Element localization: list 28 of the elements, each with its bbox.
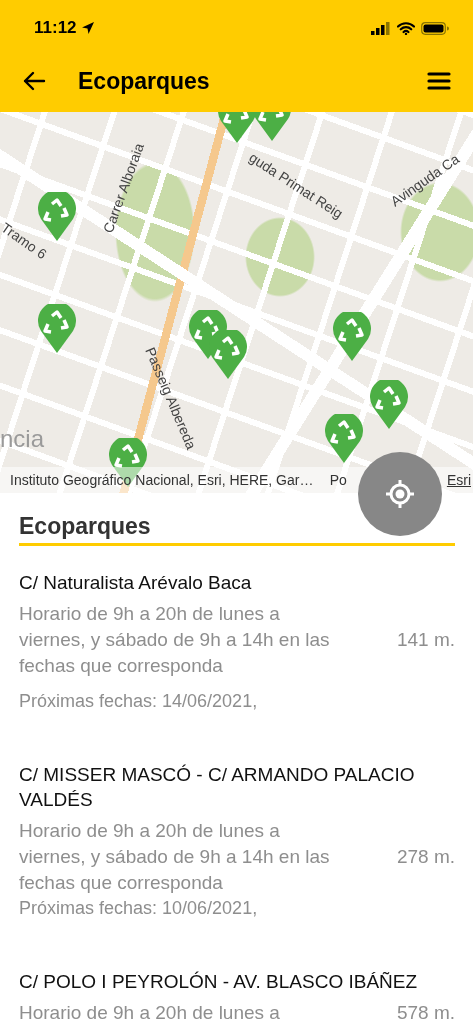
schedule-text: Horario de 9h a 20h de lunes a viernes, y sábado de 9h a 14h en las fechas que corresponda — [19, 819, 331, 895]
crosshair-icon — [385, 479, 415, 509]
signal-icon — [371, 21, 391, 35]
distance-text: 278 m. — [396, 846, 455, 868]
ecopark-list-item[interactable]: C/ Naturalista Arévalo Baca Horario de 9h a 20h de lunes a viernes, y sábado de 9h a 14h en las fechas que corresponda 141 m. Próximas fechas: 14/06/2021, — [19, 546, 455, 730]
battery-icon — [421, 21, 449, 35]
distance-text: 141 m. — [396, 629, 455, 651]
ecopark-name: C/ POLO I PEYROLÓN - AV. BLASCO IBÁÑEZ — [19, 970, 419, 994]
distance-text: 578 m. — [396, 1002, 455, 1024]
ecopark-name: C/ MISSER MASCÓ - C/ ARMANDO PALACIO VALDÉS — [19, 763, 416, 812]
ecopark-name: C/ Naturalista Arévalo Baca — [19, 571, 253, 595]
map-attribution-fragment: Po — [329, 472, 347, 488]
wifi-icon — [397, 21, 415, 35]
schedule-text: Horario de 9h a 20h de lunes a viernes, y sábado de 9h a 14h en las fechas que corresponda — [19, 602, 331, 678]
next-dates-text: Próximas fechas: 14/06/2021, — [19, 691, 259, 712]
screen-title: Ecoparques — [78, 67, 211, 95]
map-attribution: Instituto Geográfico Nacional, Esri, HERE, Gar… — [10, 472, 314, 488]
status-time: 11:12 — [34, 18, 77, 38]
ecopark-list-item[interactable]: C/ MISSER MASCÓ - C/ ARMANDO PALACIO VALDÉS Horario de 9h a 20h de lunes a viernes, y sábado de 9h a 14h en las fechas que corresponda 278 m. Próximas fechas: 10/06/2021, — [19, 730, 455, 937]
location-arrow-icon — [80, 21, 95, 35]
menu-icon — [427, 71, 451, 91]
schedule-text: Horario de 9h a 20h de lunes a — [19, 1001, 281, 1024]
street-label: ncia — [0, 425, 45, 452]
esri-link[interactable]: Esri — [446, 472, 471, 488]
ecopark-list-item[interactable]: C/ POLO I PEYROLÓN - AV. BLASCO IBÁÑEZ Horario de 9h a 20h de lunes a 578 m. — [19, 937, 455, 1024]
section-title: Ecoparques — [19, 513, 455, 546]
next-dates-text: Próximas fechas: 10/06/2021, — [19, 898, 259, 919]
back-arrow-icon — [22, 71, 46, 91]
